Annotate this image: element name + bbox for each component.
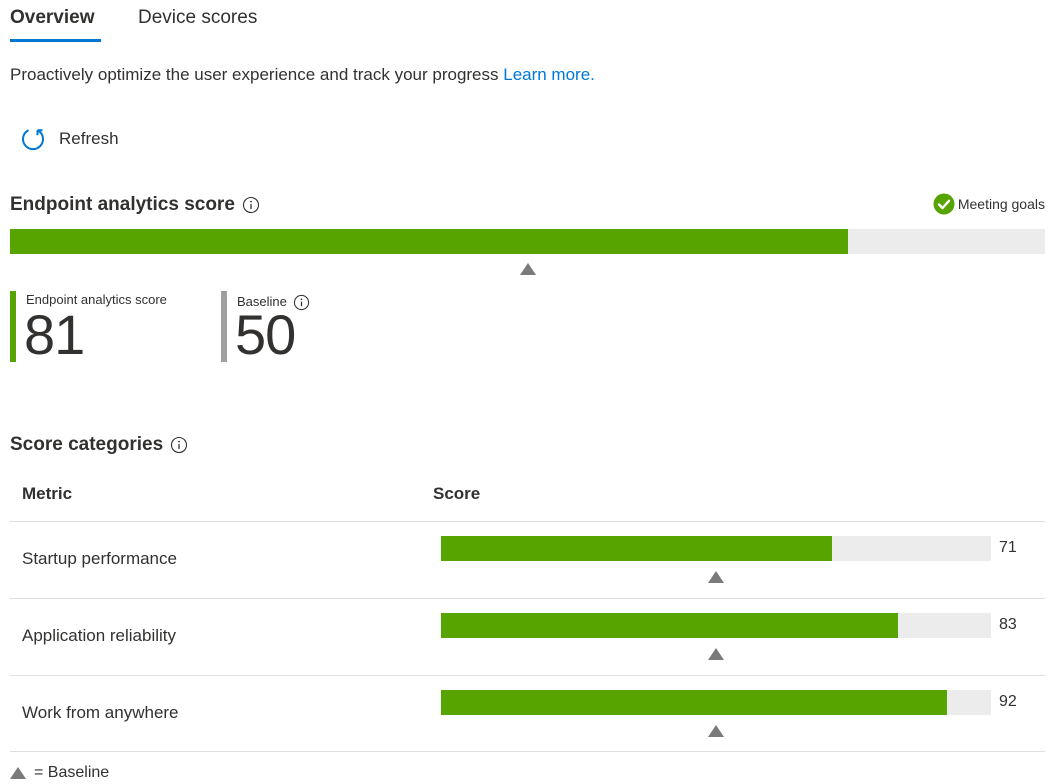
score-categories-title: Score categories: [10, 434, 188, 456]
tab-overview[interactable]: Overview: [10, 7, 95, 29]
info-icon[interactable]: [242, 196, 260, 214]
metric-score-value: 83: [999, 616, 1017, 633]
score-kpi-stripe: [10, 291, 16, 362]
checkmark-circle-icon: [933, 193, 955, 215]
metric-score-fill: [441, 613, 898, 638]
baseline-marker: [708, 725, 724, 737]
metric-score-value: 92: [999, 693, 1017, 710]
metric-name: Startup performance: [22, 549, 177, 568]
metric-score-bar: [441, 613, 991, 638]
baseline-legend: = Baseline: [10, 764, 109, 782]
table-bottom-divider: [10, 751, 1045, 752]
info-icon[interactable]: [170, 436, 188, 454]
metric-score-fill: [441, 536, 832, 561]
table-row[interactable]: Application reliability 83: [10, 598, 1045, 676]
metric-score-fill: [441, 690, 947, 715]
metric-name: Work from anywhere: [22, 703, 179, 722]
table-row[interactable]: Startup performance 71: [10, 521, 1045, 599]
score-progress-fill: [10, 229, 849, 254]
refresh-button[interactable]: Refresh: [20, 125, 119, 153]
metric-score-value: 71: [999, 539, 1017, 556]
legend-text: = Baseline: [34, 764, 110, 781]
baseline-triangle-icon: [10, 767, 26, 779]
metric-score-bar: [441, 690, 991, 715]
score-title-text: Endpoint analytics score: [10, 194, 235, 215]
score-kpi-value: 81: [24, 303, 85, 366]
description-text: Proactively optimize the user experience…: [10, 65, 504, 84]
column-header-score[interactable]: Score: [433, 484, 480, 504]
active-tab-indicator: [10, 39, 101, 42]
score-progress-bar: [10, 229, 1045, 254]
refresh-label: Refresh: [59, 129, 119, 148]
metric-score-bar: [441, 536, 991, 561]
categories-title-text: Score categories: [10, 434, 164, 455]
refresh-icon: [22, 129, 44, 151]
baseline-marker: [708, 648, 724, 660]
baseline-kpi-stripe: [221, 291, 227, 362]
baseline-kpi-value: 50: [235, 303, 296, 366]
status-text: Meeting goals: [957, 196, 1045, 212]
score-section-title: Endpoint analytics score: [10, 194, 260, 216]
tab-device-scores[interactable]: Device scores: [138, 7, 257, 29]
metric-name: Application reliability: [22, 626, 177, 645]
baseline-marker: [519, 263, 536, 275]
column-header-metric[interactable]: Metric: [22, 484, 72, 504]
info-icon[interactable]: [293, 294, 310, 311]
learn-more-link[interactable]: Learn more.: [503, 65, 595, 84]
page-description: Proactively optimize the user experience…: [10, 65, 595, 85]
baseline-marker: [708, 571, 724, 583]
status-badge: Meeting goals: [933, 193, 1045, 215]
table-row[interactable]: Work from anywhere 92: [10, 675, 1045, 753]
